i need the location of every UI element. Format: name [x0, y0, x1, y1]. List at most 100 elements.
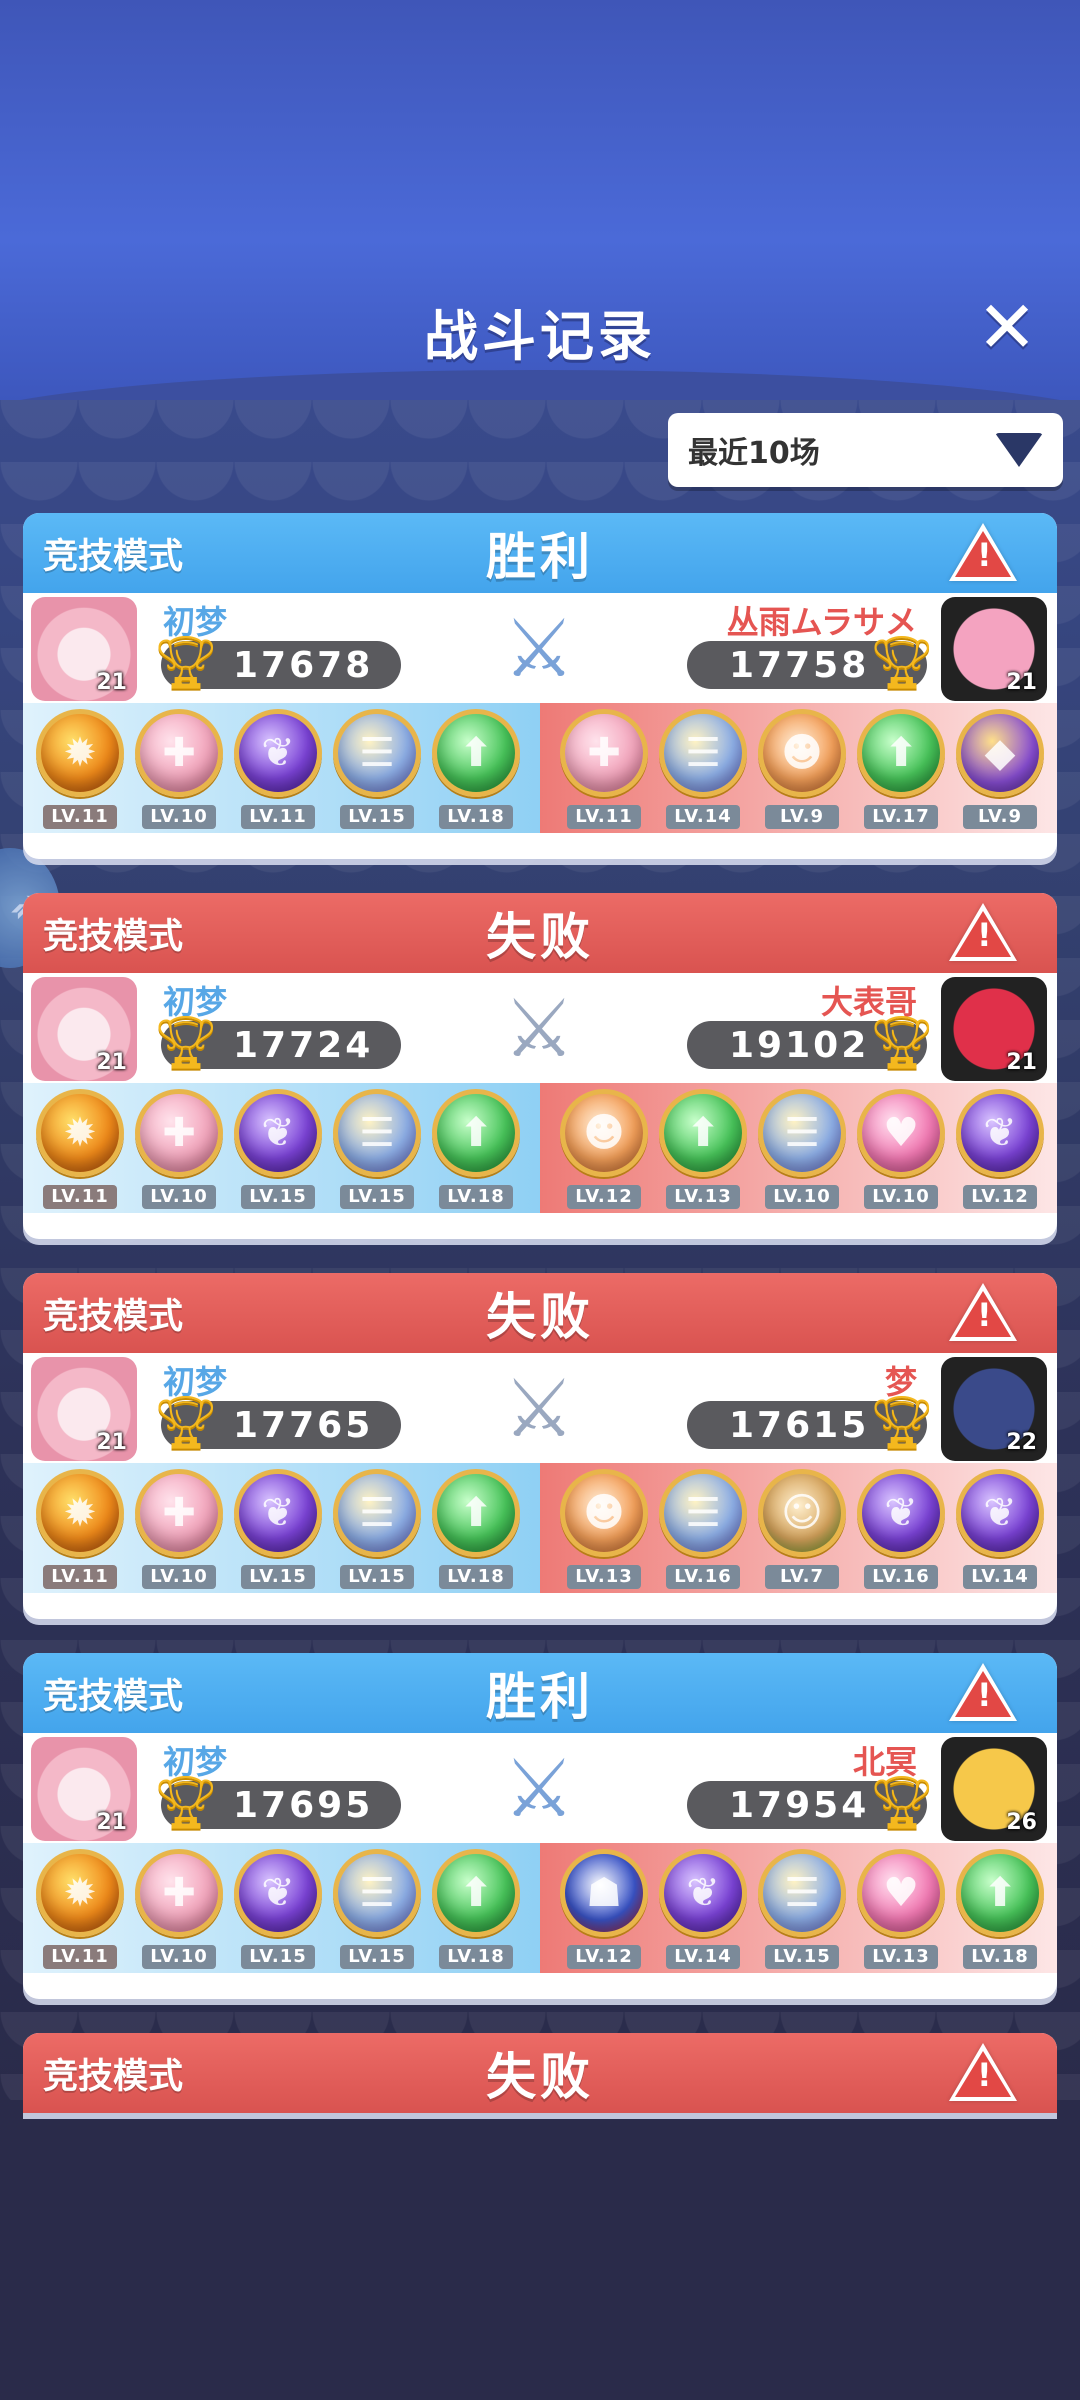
match-card[interactable]: 竞技模式 失败 ! — [23, 2033, 1057, 2113]
hero-level: LV.15 — [340, 1185, 414, 1209]
rainbow-hero-icon: ☰ — [333, 1089, 421, 1177]
green-hero-icon: ⬆ — [432, 1089, 520, 1177]
my-hero[interactable]: ☰ LV.15 — [328, 1849, 426, 1969]
result-label: 胜利 — [486, 1668, 594, 1726]
heroes-row: ✹ LV.11 ✚ LV.10 ❦ LV.15 ☰ LV.15 ⬆ LV.18 … — [23, 1843, 1057, 1973]
green-hero-icon: ⬆ — [857, 709, 945, 797]
my-hero[interactable]: ✚ LV.10 — [130, 1089, 228, 1209]
opponent-hero[interactable]: ♥ LV.13 — [852, 1849, 950, 1969]
crossed-swords-icon: ⚔ — [503, 602, 575, 695]
opponent-hero[interactable]: ☰ LV.10 — [753, 1089, 851, 1209]
my-hero[interactable]: ⬆ LV.18 — [427, 1089, 525, 1209]
my-hero[interactable]: ✚ LV.10 — [130, 709, 228, 829]
hero-level: LV.15 — [340, 1565, 414, 1589]
opponent-hero[interactable]: ☻ LV.9 — [753, 709, 851, 829]
match-card[interactable]: 竞技模式 失败 ! 21 初梦 17724 🏆︎ ⚔ 大表哥 19102 🏆︎ … — [23, 893, 1057, 1239]
hero-level: LV.10 — [864, 1185, 938, 1209]
opponent-avatar[interactable]: 26 — [941, 1737, 1047, 1841]
report-warning-button[interactable]: ! — [949, 2043, 1017, 2101]
opponent-hero[interactable]: ☻ LV.13 — [555, 1469, 653, 1589]
my-hero[interactable]: ❦ LV.15 — [229, 1089, 327, 1209]
match-card[interactable]: 竞技模式 失败 ! 21 初梦 17765 🏆︎ ⚔ 梦 17615 🏆︎ 22… — [23, 1273, 1057, 1619]
opponent-hero[interactable]: ⬆ LV.18 — [951, 1849, 1049, 1969]
ape-hero-icon: ☺ — [758, 1469, 846, 1557]
opponent-hero[interactable]: ❦ LV.16 — [852, 1469, 950, 1589]
my-avatar[interactable]: 21 — [31, 977, 137, 1081]
rainbow-hero-icon: ☰ — [758, 1849, 846, 1937]
report-warning-button[interactable]: ! — [949, 1283, 1017, 1341]
opponent-hero[interactable]: ☻ LV.12 — [555, 1089, 653, 1209]
opponent-hero[interactable]: ☰ LV.16 — [654, 1469, 752, 1589]
hero-level: LV.15 — [765, 1945, 839, 1969]
my-hero[interactable]: ✚ LV.10 — [130, 1849, 228, 1969]
players-row: 21 初梦 17765 🏆︎ ⚔ 梦 17615 🏆︎ 22 — [23, 1353, 1057, 1463]
match-count-dropdown[interactable]: 最近10场 — [668, 413, 1063, 487]
players-row: 21 初梦 17695 🏆︎ ⚔ 北冥 17954 🏆︎ 26 — [23, 1733, 1057, 1843]
my-hero[interactable]: ✚ LV.10 — [130, 1469, 228, 1589]
report-warning-button[interactable]: ! — [949, 1663, 1017, 1721]
my-hero[interactable]: ✹ LV.11 — [31, 1469, 129, 1589]
heart-hero-icon: ♥ — [857, 1089, 945, 1177]
match-card[interactable]: 竞技模式 胜利 ! 21 初梦 17695 🏆︎ ⚔ 北冥 17954 🏆︎ 2… — [23, 1653, 1057, 1999]
opponent-hero[interactable]: ❦ LV.14 — [654, 1849, 752, 1969]
opponent-hero[interactable]: ◆ LV.9 — [951, 709, 1049, 829]
trophy-icon: 🏆︎ — [869, 1013, 936, 1073]
my-avatar[interactable]: 21 — [31, 1737, 137, 1841]
opponent-hero[interactable]: ✚ LV.11 — [555, 709, 653, 829]
my-hero[interactable]: ❦ LV.11 — [229, 709, 327, 829]
match-header: 竞技模式 胜利 ! — [23, 1653, 1057, 1733]
my-hero[interactable]: ✹ LV.11 — [31, 709, 129, 829]
opponent-hero[interactable]: ❦ LV.12 — [951, 1089, 1049, 1209]
trophy-icon: 🏆︎ — [153, 1393, 220, 1453]
my-hero[interactable]: ✹ LV.11 — [31, 1089, 129, 1209]
heroes-row: ✹ LV.11 ✚ LV.10 ❦ LV.15 ☰ LV.15 ⬆ LV.18 … — [23, 1083, 1057, 1213]
my-avatar[interactable]: 21 — [31, 1357, 137, 1461]
fire-hero-icon: ✹ — [36, 709, 124, 797]
my-hero[interactable]: ⬆ LV.18 — [427, 1469, 525, 1589]
opponent-avatar[interactable]: 22 — [941, 1357, 1047, 1461]
players-row: 21 初梦 17678 🏆︎ ⚔ 丛雨ムラサメ 17758 🏆︎ 21 — [23, 593, 1057, 703]
opponent-avatar[interactable]: 21 — [941, 977, 1047, 1081]
pink-hero-icon: ✚ — [135, 1089, 223, 1177]
opponent-hero[interactable]: ❦ LV.14 — [951, 1469, 1049, 1589]
my-hero[interactable]: ☰ LV.15 — [328, 1089, 426, 1209]
my-hero[interactable]: ☰ LV.15 — [328, 1469, 426, 1589]
my-hero[interactable]: ❦ LV.15 — [229, 1469, 327, 1589]
hero-level: LV.9 — [963, 805, 1037, 829]
my-hero[interactable]: ⬆ LV.18 — [427, 709, 525, 829]
opponent-hero[interactable]: ⬆ LV.13 — [654, 1089, 752, 1209]
report-warning-button[interactable]: ! — [949, 523, 1017, 581]
opponent-hero[interactable]: ☗ LV.12 — [555, 1849, 653, 1969]
fire-hero-icon: ✹ — [36, 1849, 124, 1937]
my-hero[interactable]: ☰ LV.15 — [328, 709, 426, 829]
my-hero[interactable]: ✹ LV.11 — [31, 1849, 129, 1969]
hero-level: LV.10 — [765, 1185, 839, 1209]
my-hero[interactable]: ❦ LV.15 — [229, 1849, 327, 1969]
warning-icon: ! — [977, 916, 992, 954]
heroes-row: ✹ LV.11 ✚ LV.10 ❦ LV.11 ☰ LV.15 ⬆ LV.18 … — [23, 703, 1057, 833]
hero-level: LV.14 — [963, 1565, 1037, 1589]
monkey-hero-icon: ☻ — [758, 709, 846, 797]
opponent-hero[interactable]: ☰ LV.15 — [753, 1849, 851, 1969]
purple-hero-icon: ❦ — [956, 1469, 1044, 1557]
report-warning-button[interactable]: ! — [949, 903, 1017, 961]
opponent-hero[interactable]: ⬆ LV.17 — [852, 709, 950, 829]
fire-hero-icon: ✹ — [36, 1469, 124, 1557]
hero-level: LV.15 — [241, 1945, 315, 1969]
close-button[interactable]: ✕ — [972, 291, 1042, 363]
monkey-hero-icon: ☻ — [560, 1469, 648, 1557]
opponent-hero[interactable]: ☺ LV.7 — [753, 1469, 851, 1589]
my-avatar[interactable]: 21 — [31, 597, 137, 701]
opponent-hero[interactable]: ☰ LV.14 — [654, 709, 752, 829]
opponent-hero[interactable]: ♥ LV.10 — [852, 1089, 950, 1209]
hero-level: LV.10 — [142, 1565, 216, 1589]
players-row: 21 初梦 17724 🏆︎ ⚔ 大表哥 19102 🏆︎ 21 — [23, 973, 1057, 1083]
fire-hero-icon: ✹ — [36, 1089, 124, 1177]
purple-hero-icon: ❦ — [857, 1469, 945, 1557]
my-hero[interactable]: ⬆ LV.18 — [427, 1849, 525, 1969]
result-label: 胜利 — [486, 528, 594, 586]
match-card[interactable]: 竞技模式 胜利 ! 21 初梦 17678 🏆︎ ⚔ 丛雨ムラサメ 17758 … — [23, 513, 1057, 859]
purple-hero-icon: ❦ — [234, 1469, 322, 1557]
rainbow-hero-icon: ☰ — [333, 1469, 421, 1557]
opponent-avatar[interactable]: 21 — [941, 597, 1047, 701]
